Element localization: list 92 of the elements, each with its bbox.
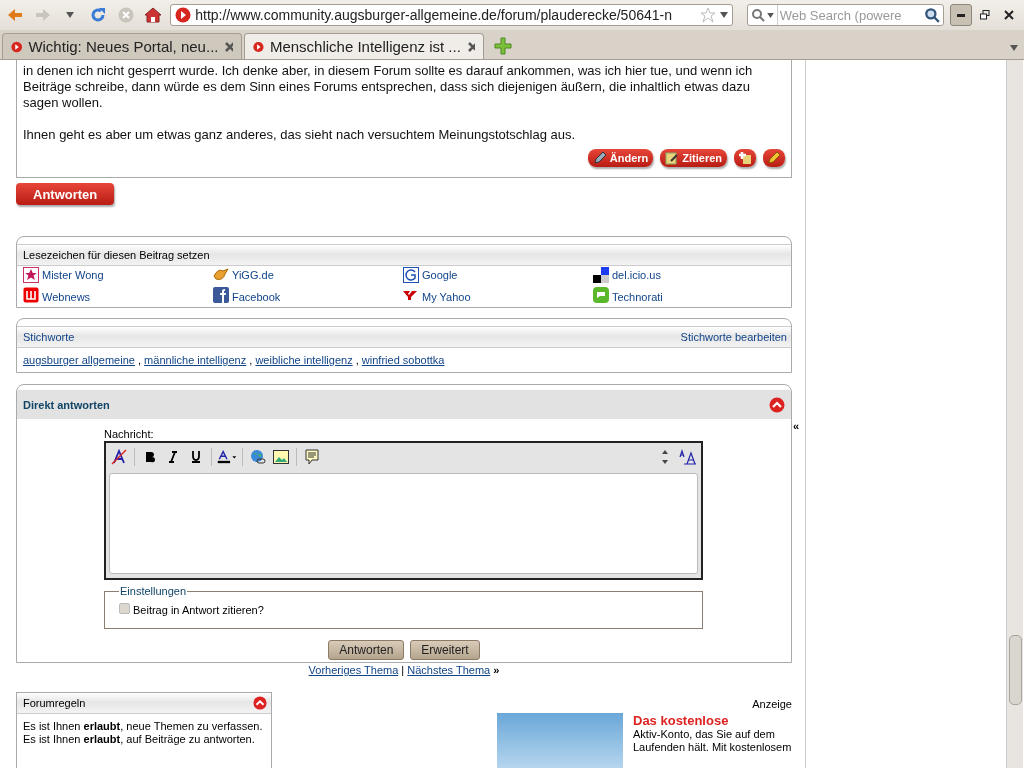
ad-headline[interactable]: Das kostenlose [633,713,792,728]
separator-text: | [401,664,405,676]
caret-icon [766,12,774,18]
edit-tags-link[interactable]: Stichworte bearbeiten [680,331,787,343]
separator-text: , [355,354,359,366]
search-field[interactable]: Web Search (powere [746,4,944,26]
tag-link[interactable]: winfried sobottka [361,354,445,366]
post-text: Ihnen geht es aber um etwas ganz anderes, das sieht nach versuchtem Meinungstotschlag aus. [23,127,577,143]
back-arrow-icon [6,8,23,22]
checkbox-label: Beitrag in Antwort zitieren? [133,604,264,616]
tag-link[interactable]: männliche intelligenz [144,354,247,366]
bookmark-link[interactable]: My Yahoo [422,291,471,303]
reply-button[interactable]: Antworten [16,183,115,205]
bookmark-link[interactable]: Facebook [232,291,281,303]
sidebar-toggle[interactable]: « [793,420,800,432]
caret-icon[interactable] [1010,45,1018,51]
speech-bubble-icon [593,287,609,303]
star-icon [699,7,716,23]
minimize-button[interactable] [950,4,972,26]
close-icon [1004,10,1014,20]
forward-arrow-icon [34,8,51,22]
caret-icon [719,12,728,18]
reload-icon [89,7,106,23]
message-field[interactable] [109,473,698,574]
tag-link[interactable]: weibliche intelligenz [255,354,353,366]
bookmark-link[interactable]: Mister Wong [42,269,104,281]
letter-f-icon [213,287,229,303]
separator-text: , [249,354,253,366]
next-thread-link[interactable]: Nächstes Thema [407,664,491,676]
group-title: Einstellungen [119,585,188,597]
collapse-icon[interactable] [253,696,267,710]
scrollbar-thumb[interactable] [1009,635,1022,705]
edit-button[interactable]: Ändern [587,149,654,167]
letter-w-icon [23,287,39,303]
remove-format-icon [111,448,127,465]
address-bar[interactable]: http://www.community.augsburger-allgemeine.de/forum/plauderecke/50641-n [170,4,733,26]
remove-format-button[interactable] [109,446,129,467]
quote-checkbox[interactable] [119,602,130,614]
bookmark-link[interactable]: del.icio.us [612,269,661,281]
underline-icon [191,450,201,463]
minimize-icon [957,13,965,17]
insert-image-icon [273,448,289,465]
bookmark-link[interactable]: Webnews [42,291,91,303]
ad-label: Anzeige [752,698,792,710]
ad-text: Aktiv-Konto, das Sie auf dem Laufenden hält. Mit kostenlosem [633,728,792,754]
stop-icon [117,7,134,23]
browser-tab[interactable]: Menschliche Intelligenz ist ... [244,33,484,59]
insert-quote-icon [304,448,320,465]
restore-icon [980,10,990,20]
arrow-text: » [493,664,500,676]
bookmark-link[interactable]: Technorati [612,291,663,303]
text-color-icon [217,448,237,465]
bookmark-link[interactable]: Google [422,269,458,281]
post-text: in denen ich nicht gesperrt wurde. Ich denke aber, in diesem Forum sollte es darauf ankommen, was ich hier tue, und wenn ich Beiträge schreibe, dann würde es dem Sinn eines Forums entsprechen, dass sich diejenigen äußern, die inhaltlich etwas dazu sagen wollen. [23,63,754,111]
toggle-mode-icon [679,448,697,465]
pencil-icon [767,151,781,165]
close-icon[interactable] [466,40,475,53]
multi-quote-button[interactable] [734,149,756,167]
submit-reply-button[interactable]: Antworten [328,640,405,660]
pencil-icon [592,151,607,165]
search-icon [750,8,765,22]
tag-link[interactable]: augsburger allgemeine [23,354,135,366]
rule-text: Es ist Ihnen erlaubt, neue Themen zu verfassen. [23,720,263,732]
caret-icon [66,12,75,18]
separator-text: , [138,354,142,366]
home-icon [144,7,163,23]
insert-link-icon [250,448,266,465]
insert-quote-button[interactable] [302,446,322,467]
italic-icon [168,450,178,463]
browser-tab[interactable]: Wichtig: Neues Portal, neu... [2,33,242,59]
star-icon [23,267,39,283]
panel-title: Forumregeln [23,697,86,709]
resize-icon [661,448,669,465]
note-pencil-icon [665,151,680,165]
previous-thread-link[interactable]: Vorheriges Thema [308,664,399,676]
bold-icon [145,450,155,463]
plus-note-icon [738,151,752,165]
bird-icon [213,267,229,283]
advanced-button[interactable]: Erweitert [410,640,480,660]
panel-title: Lesezeichen für diesen Beitrag setzen [23,249,210,261]
site-favicon-icon [175,7,192,23]
quote-button[interactable]: Zitieren [660,149,727,167]
close-icon[interactable] [224,40,233,53]
bookmark-link[interactable]: YiGG.de [232,269,274,281]
panel-title: Direkt antworten [23,398,110,411]
field-label: Nachricht: [104,428,155,440]
rule-text: Es ist Ihnen erlaubt, auf Beiträge zu antworten. [23,733,255,745]
search-icon [923,7,940,23]
quick-edit-button[interactable] [763,149,785,167]
panel-title: Stichworte [23,331,75,343]
collapse-icon[interactable] [769,396,785,413]
letter-g-icon [403,267,419,283]
